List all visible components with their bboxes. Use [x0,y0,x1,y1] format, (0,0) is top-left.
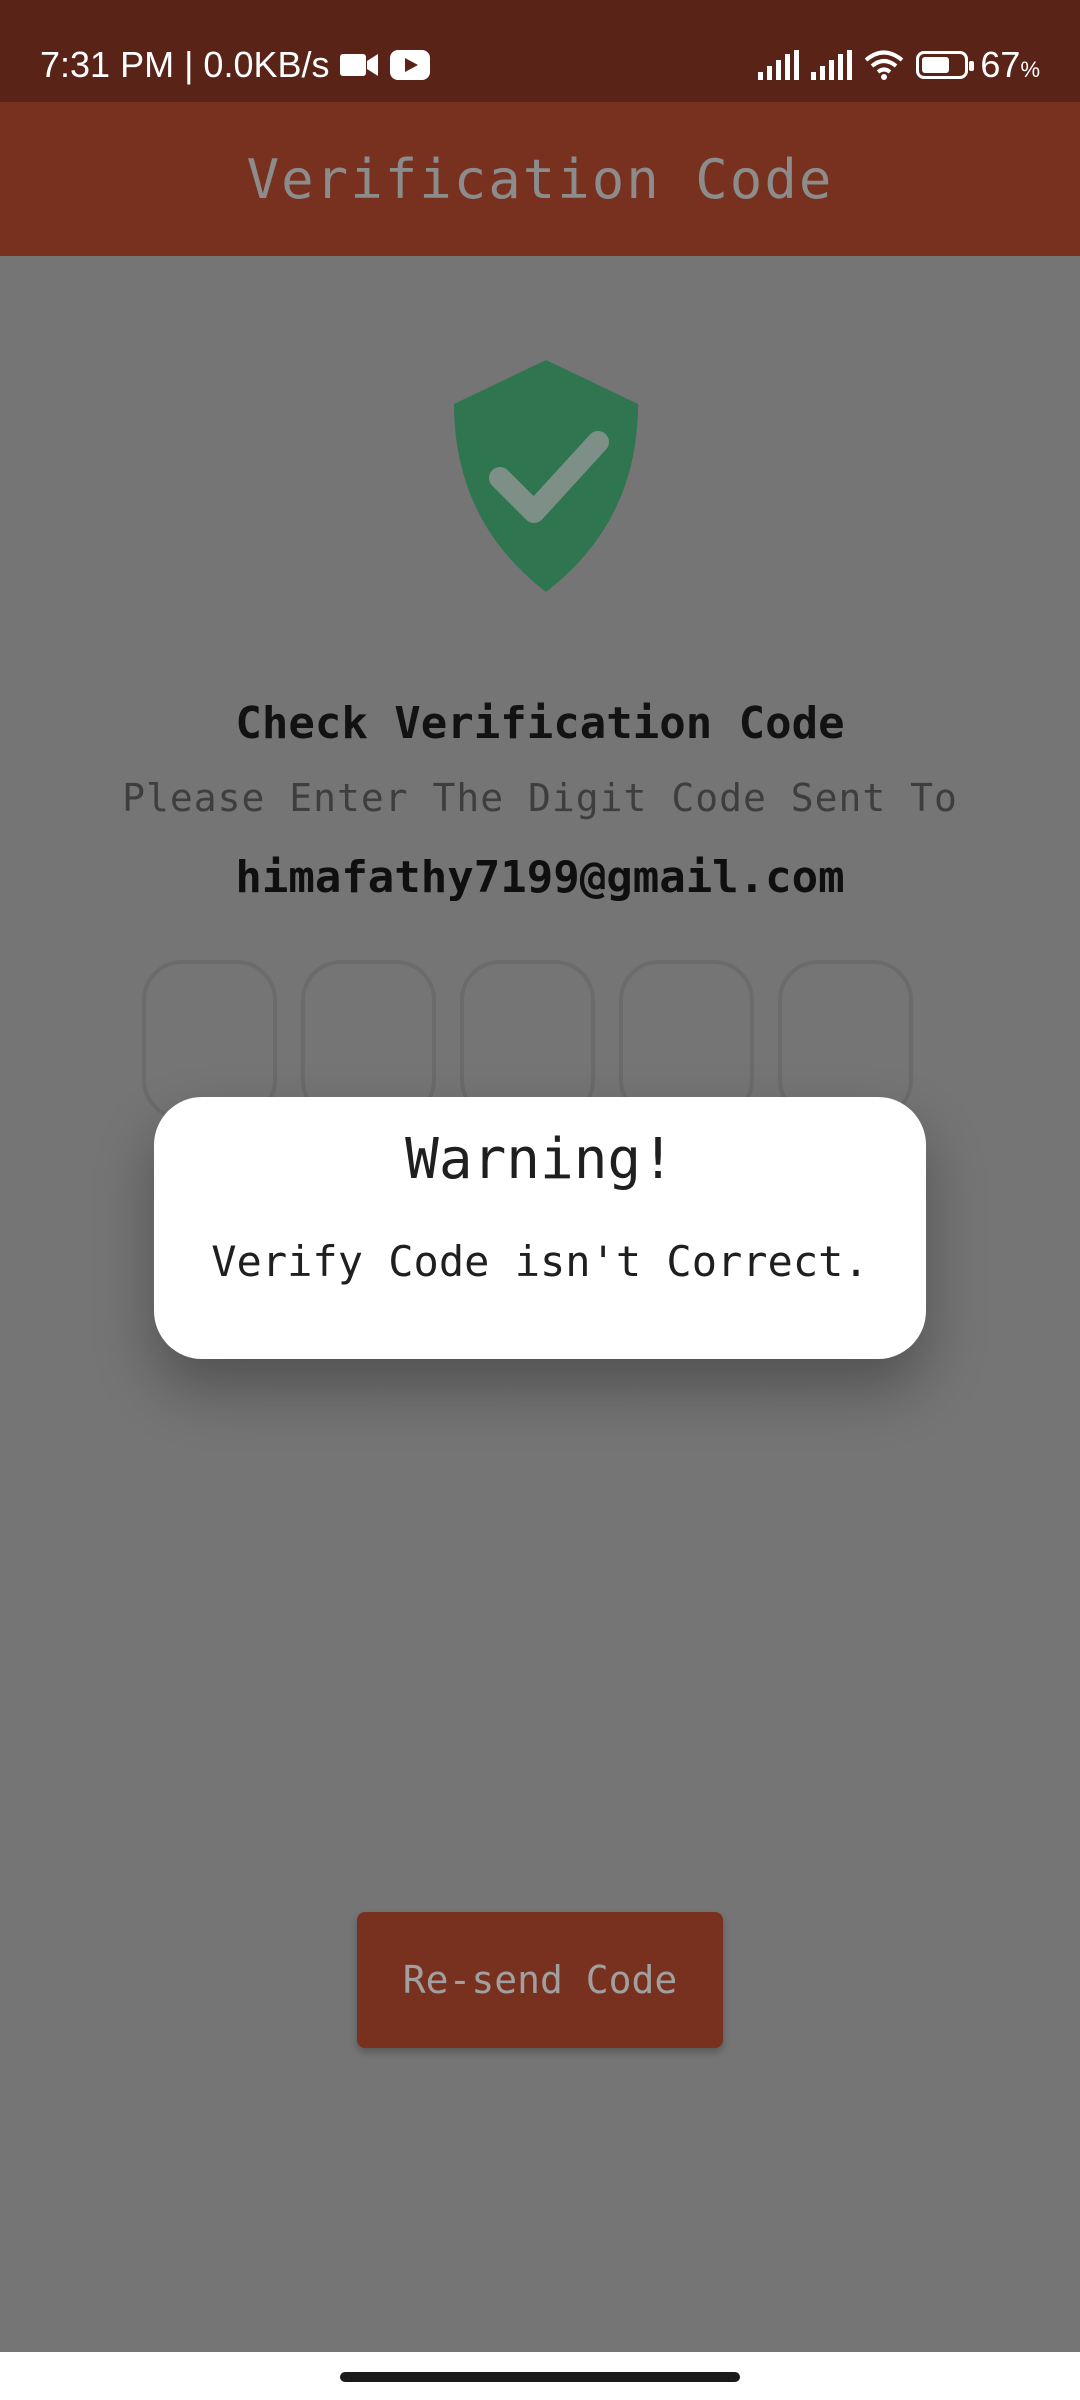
signal-icon [758,50,800,80]
otp-digit-3[interactable] [460,960,595,1120]
status-bar: 7:31 PM | 0.0KB/s 67% [0,0,1080,102]
otp-digit-1[interactable] [142,960,277,1120]
home-indicator[interactable] [340,2372,740,2382]
verification-subheading: Please Enter The Digit Code Sent To [122,776,958,820]
wifi-icon [865,50,904,80]
status-left: 7:31 PM | 0.0KB/s [40,44,430,86]
otp-digit-4[interactable] [619,960,754,1120]
status-right: 67% [758,44,1040,86]
status-time: 7:31 PM | 0.0KB/s [40,44,330,85]
battery-icon [916,51,975,79]
navigation-bar [0,2352,1080,2400]
youtube-icon [389,50,430,80]
email-address: himafathy7199@gmail.com [235,852,845,903]
resend-code-button[interactable]: Re-send Code [357,1912,723,2048]
dialog-title: Warning! [405,1127,675,1192]
signal-icon [811,50,853,80]
otp-digit-5[interactable] [778,960,913,1120]
video-camera-icon [339,54,378,76]
page-title: Verification Code [246,147,834,211]
battery-level: 67% [980,44,1040,85]
verification-heading: Check Verification Code [235,698,845,749]
app-bar: Verification Code [0,102,1080,256]
dialog-message: Verify Code isn't Correct. [211,1237,869,1286]
otp-input-row [142,960,913,1120]
shield-check-icon [454,360,638,592]
battery-fill [922,57,950,73]
otp-digit-2[interactable] [301,960,436,1120]
warning-dialog[interactable]: Warning! Verify Code isn't Correct. [154,1097,926,1359]
